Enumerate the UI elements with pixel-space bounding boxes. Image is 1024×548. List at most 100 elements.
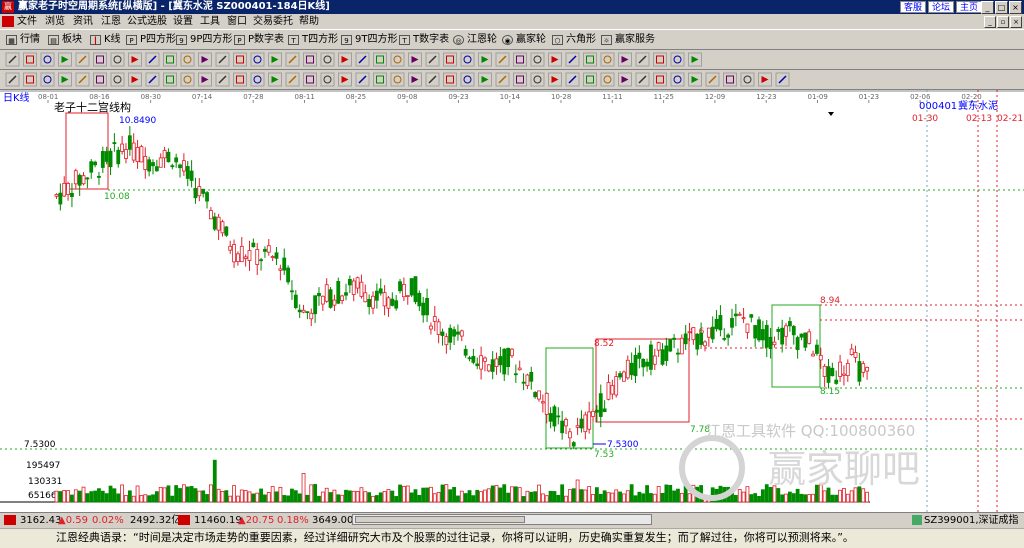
maximize-button[interactable]: □ — [995, 1, 1008, 14]
tool-hexagon-button[interactable]: ⬡ 六角形 — [552, 33, 596, 47]
indicator-tool-icon-25[interactable] — [425, 72, 440, 87]
tool-t-table-button[interactable]: T T数字表 — [399, 33, 449, 47]
indicator-tool-icon-19[interactable] — [320, 72, 335, 87]
draw-tool-icon-40[interactable] — [688, 52, 702, 67]
indicator-tool-icon-38[interactable] — [653, 72, 667, 87]
tool-9t-square-button[interactable]: 9 9T四方形 — [341, 33, 397, 47]
tool-p-table-button[interactable]: P P数字表 — [234, 33, 284, 47]
tool-winner-wheel-button[interactable]: ◉ 赢家轮 — [502, 33, 546, 47]
indicator-tool-icon-16[interactable] — [268, 72, 282, 87]
chart-scrollbar[interactable] — [352, 514, 652, 525]
scrollbar-thumb[interactable] — [355, 516, 525, 523]
draw-tool-icon-15[interactable] — [250, 52, 265, 67]
draw-tool-icon-8[interactable] — [128, 52, 142, 67]
indicator-tool-icon-6[interactable] — [93, 72, 107, 87]
draw-tool-icon-28[interactable] — [478, 52, 492, 67]
indicator-tool-icon-43[interactable] — [740, 72, 755, 87]
draw-tool-icon-29[interactable] — [495, 52, 510, 67]
indicator-tool-icon-29[interactable] — [495, 72, 510, 87]
draw-tool-icon-14[interactable] — [233, 52, 247, 67]
menu-trade[interactable]: 交易委托 — [253, 14, 293, 29]
indicator-tool-icon-33[interactable] — [565, 72, 580, 87]
draw-tool-icon-32[interactable] — [548, 52, 562, 67]
draw-tool-icon-38[interactable] — [653, 52, 667, 67]
indicator-tool-icon-40[interactable] — [688, 72, 702, 87]
draw-tool-icon-35[interactable] — [600, 52, 615, 67]
menu-gann[interactable]: 江恩 — [101, 14, 121, 29]
draw-tool-icon-34[interactable] — [583, 52, 597, 67]
mdi-restore-button[interactable]: ▫ — [997, 16, 1009, 28]
link-forum[interactable]: 论坛 — [927, 1, 954, 13]
indicator-tool-icon-20[interactable] — [338, 72, 352, 87]
draw-tool-icon-17[interactable] — [285, 52, 300, 67]
indicator-tool-icon-37[interactable] — [635, 72, 650, 87]
draw-tool-icon-18[interactable] — [303, 52, 317, 67]
draw-tool-icon-39[interactable] — [670, 52, 685, 67]
indicator-tool-icon-31[interactable] — [530, 72, 545, 87]
indicator-tool-icon-3[interactable] — [40, 72, 55, 87]
indicator-tool-icons[interactable] — [0, 70, 1024, 90]
indicator-tool-icon-17[interactable] — [285, 72, 300, 87]
draw-tool-icon-19[interactable] — [320, 52, 335, 67]
link-home[interactable]: 主页 — [955, 1, 982, 13]
indicator-tool-icon-39[interactable] — [670, 72, 685, 87]
indicator-tool-icon-32[interactable] — [548, 72, 562, 87]
draw-tool-icon-16[interactable] — [268, 52, 282, 67]
indicator-tool-icon-10[interactable] — [163, 72, 177, 87]
draw-tool-icon-3[interactable] — [40, 52, 55, 67]
menu-settings[interactable]: 设置 — [173, 14, 193, 29]
indicator-tool-icon-41[interactable] — [705, 72, 720, 87]
indicator-tool-icon-34[interactable] — [583, 72, 597, 87]
draw-tool-icon-11[interactable] — [180, 52, 195, 67]
draw-tool-icon-7[interactable] — [110, 52, 125, 67]
draw-tool-icon-5[interactable] — [75, 52, 90, 67]
indicator-tool-icon-9[interactable] — [145, 72, 160, 87]
indicator-tool-icon-1[interactable] — [5, 72, 20, 87]
indicator-tool-icon-22[interactable] — [373, 72, 387, 87]
mdi-close-button[interactable]: × — [1010, 16, 1022, 28]
tool-t-square-button[interactable]: T T四方形 — [288, 33, 338, 47]
indicator-tool-icon-7[interactable] — [110, 72, 125, 87]
menu-browse[interactable]: 浏览 — [45, 14, 65, 29]
draw-tool-icon-13[interactable] — [215, 52, 230, 67]
indicator-tool-icon-2[interactable] — [23, 72, 37, 87]
draw-tool-icon-22[interactable] — [373, 52, 387, 67]
tool-kline-button[interactable]: ┃ K线 — [90, 33, 121, 47]
menu-help[interactable]: 帮助 — [299, 14, 319, 29]
drawing-tool-icons[interactable] — [0, 50, 1024, 70]
draw-tool-icon-23[interactable] — [390, 52, 405, 67]
draw-tool-icon-2[interactable] — [23, 52, 37, 67]
indicator-tool-icon-15[interactable] — [250, 72, 265, 87]
link-support[interactable]: 客服 — [899, 1, 926, 13]
indicator-tool-icon-8[interactable] — [128, 72, 142, 87]
indicator-tool-icon-14[interactable] — [233, 72, 247, 87]
draw-tool-icon-1[interactable] — [5, 52, 20, 67]
draw-tool-icon-24[interactable] — [408, 52, 422, 67]
indicator-tool-icon-21[interactable] — [355, 72, 370, 87]
draw-tool-icon-31[interactable] — [530, 52, 545, 67]
indicator-tool-icon-30[interactable] — [513, 72, 527, 87]
tool-quotes-button[interactable]: ▦ 行情 — [6, 33, 40, 47]
indicator-tool-icon-28[interactable] — [478, 72, 492, 87]
draw-tool-icon-25[interactable] — [425, 52, 440, 67]
kline-chart-area[interactable]: 08-01 08-16 08-30 07-14 07-28 08-11 08-25 09-08… — [0, 90, 1024, 512]
draw-tool-icon-36[interactable] — [618, 52, 632, 67]
draw-tool-icon-6[interactable] — [93, 52, 107, 67]
menu-tools[interactable]: 工具 — [200, 14, 220, 29]
draw-tool-icon-30[interactable] — [513, 52, 527, 67]
draw-tool-icon-9[interactable] — [145, 52, 160, 67]
draw-tool-icon-26[interactable] — [443, 52, 457, 67]
menu-info[interactable]: 资讯 — [73, 14, 93, 29]
close-button[interactable]: × — [1009, 1, 1022, 14]
tool-9p-square-button[interactable]: 9 9P四方形 — [176, 33, 232, 47]
menu-file[interactable]: 文件 — [17, 14, 37, 29]
indicator-tool-icon-27[interactable] — [460, 72, 475, 87]
indicator-tool-icon-12[interactable] — [198, 72, 212, 87]
draw-tool-icon-33[interactable] — [565, 52, 580, 67]
draw-tool-icon-20[interactable] — [338, 52, 352, 67]
indicator-tool-icon-24[interactable] — [408, 72, 422, 87]
draw-tool-icon-27[interactable] — [460, 52, 475, 67]
draw-tool-icon-37[interactable] — [635, 52, 650, 67]
tool-service-button[interactable]: ☼ 赢家服务 — [601, 33, 655, 47]
indicator-tool-icon-18[interactable] — [303, 72, 317, 87]
